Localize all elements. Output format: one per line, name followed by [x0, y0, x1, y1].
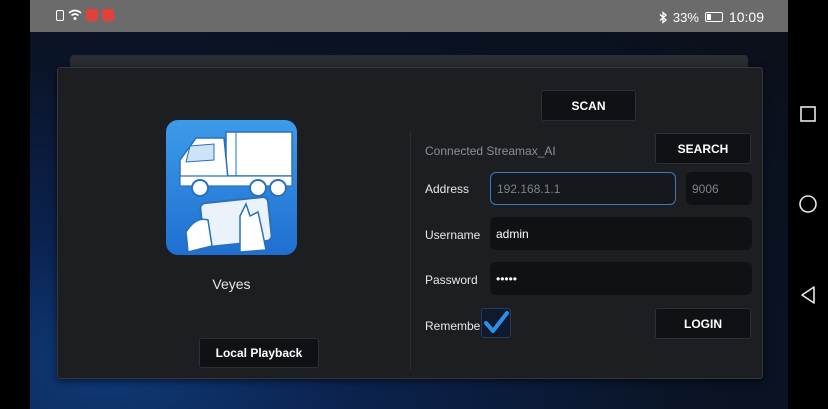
remember-label: Remember — [425, 319, 485, 333]
password-value: ••••• — [496, 271, 518, 286]
password-input[interactable]: ••••• — [490, 262, 752, 295]
divider — [410, 130, 411, 370]
scan-label: SCAN — [571, 98, 606, 113]
sim-icon — [56, 9, 64, 21]
battery-icon — [704, 12, 723, 22]
address-placeholder: 192.168.1.1 — [497, 181, 561, 196]
clock: 10:09 — [728, 9, 764, 25]
password-label: Password — [425, 273, 478, 287]
battery-percent: 33% — [672, 9, 699, 25]
circle-home-icon[interactable] — [798, 194, 818, 214]
notification-icon — [86, 9, 98, 21]
app-name: Veyes — [212, 276, 251, 292]
wifi-icon — [68, 9, 82, 20]
screen: 33% 10:09 Veyes Local Playback SCAN Conn… — [30, 0, 788, 409]
truck-tablet-icon — [166, 120, 297, 255]
address-input[interactable]: 192.168.1.1 — [490, 172, 676, 205]
local-playback-button[interactable]: Local Playback — [199, 338, 319, 368]
search-label: SEARCH — [677, 141, 729, 156]
status-bar: 33% 10:09 — [30, 0, 788, 32]
login-button[interactable]: LOGIN — [655, 308, 751, 339]
connection-status: Connected Streamax_AI — [425, 144, 556, 158]
square-recent-icon[interactable] — [798, 104, 818, 124]
status-left-icons — [56, 9, 114, 21]
address-label: Address — [425, 182, 470, 196]
navigation-bar — [788, 0, 828, 409]
username-value: admin — [496, 226, 529, 241]
username-input[interactable]: admin — [490, 217, 752, 250]
scan-button[interactable]: SCAN — [541, 90, 636, 121]
triangle-back-icon[interactable] — [798, 285, 818, 305]
bluetooth-icon — [659, 10, 667, 24]
login-dialog: Veyes Local Playback SCAN Connected Stre… — [57, 67, 763, 379]
status-right-icons: 33% 10:09 — [659, 9, 764, 25]
notification-icon — [102, 9, 114, 21]
port-placeholder: 9006 — [692, 181, 719, 196]
remember-checkbox[interactable] — [481, 308, 511, 338]
search-button[interactable]: SEARCH — [655, 133, 751, 164]
local-playback-label: Local Playback — [215, 346, 303, 360]
port-input[interactable]: 9006 — [686, 172, 752, 205]
username-label: Username — [425, 228, 481, 242]
checkmark-icon — [484, 311, 509, 333]
login-label: LOGIN — [684, 316, 722, 331]
